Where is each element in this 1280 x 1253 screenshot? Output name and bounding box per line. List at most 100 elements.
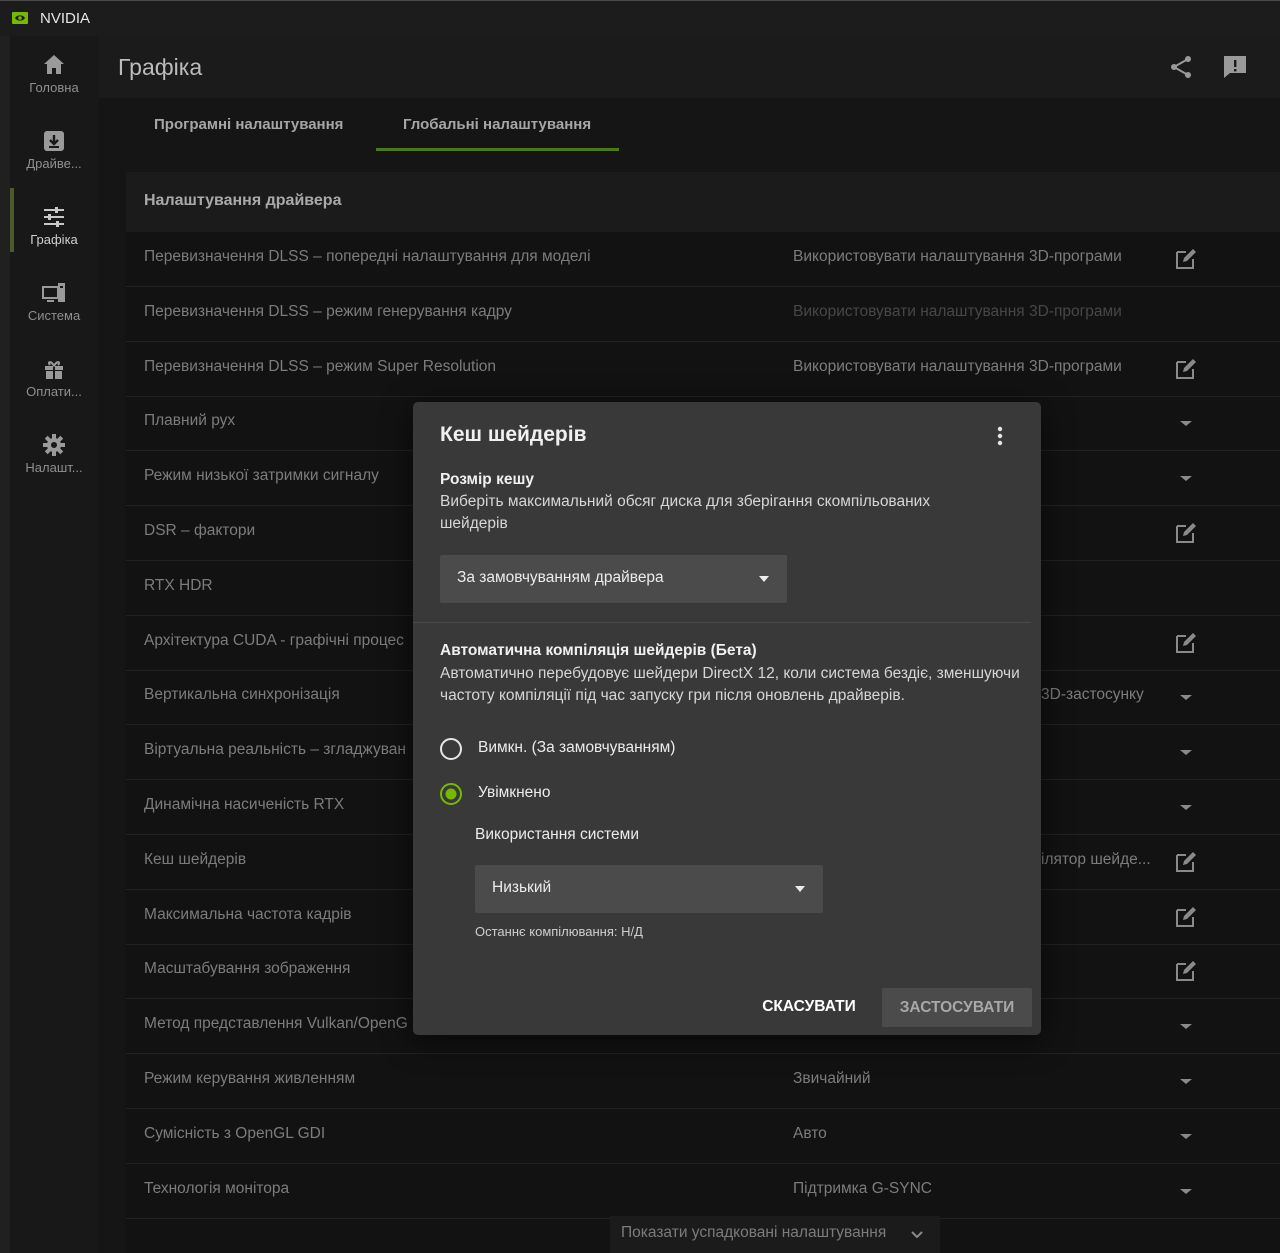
settings-row[interactable]: Перевизначення DLSS – режим генерування … xyxy=(126,287,1280,342)
sidebar-item-label: Драйве... xyxy=(26,156,82,171)
settings-row[interactable]: Перевизначення DLSS – режим Super Resolu… xyxy=(126,342,1280,397)
edit-icon[interactable] xyxy=(1174,521,1198,545)
sidebar-item-label: Головна xyxy=(29,80,79,95)
page-header: Графіка xyxy=(98,36,1280,98)
radio-on-label[interactable]: Увімкнено xyxy=(478,784,550,802)
settings-row[interactable]: Режим керування живленням Звичайний xyxy=(126,1054,1280,1109)
panel-title: Налаштування драйвера xyxy=(126,172,1280,232)
tab-global-settings[interactable]: Глобальні налаштування xyxy=(403,116,591,133)
share-icon[interactable] xyxy=(1168,54,1194,80)
setting-name: Динамічна насиченість RTX xyxy=(144,796,345,813)
gift-icon xyxy=(45,361,63,379)
settings-row[interactable]: Технологія монітора Підтримка G-SYNC xyxy=(126,1164,1280,1219)
dropdown-arrow-icon xyxy=(795,886,805,892)
setting-name: RTX HDR xyxy=(144,576,213,594)
edit-icon[interactable] xyxy=(1174,247,1198,271)
window-edge xyxy=(0,36,10,1253)
shader-cache-dialog: Кеш шейдерів Розмір кешу Виберіть максим… xyxy=(413,402,1041,1035)
dropdown-arrow-icon[interactable] xyxy=(1174,411,1198,435)
dropdown-arrow-icon[interactable] xyxy=(1174,466,1198,490)
setting-name: Перевизначення DLSS – режим Super Resolu… xyxy=(144,357,497,375)
setting-value: Використовувати налаштування 3D-програми xyxy=(793,302,1122,320)
setting-name: Сумісність з OpenGL GDI xyxy=(144,1124,326,1142)
panel-title-text: Налаштування драйвера xyxy=(144,192,342,209)
dropdown-arrow-icon[interactable] xyxy=(1174,1069,1198,1093)
show-legacy-settings-button[interactable]: Показати успадковані налаштування xyxy=(610,1216,940,1253)
radio-off[interactable] xyxy=(439,737,463,761)
dropdown-arrow-icon[interactable] xyxy=(1174,685,1198,709)
gear-icon xyxy=(43,434,65,456)
sidebar-item-label: Налашт... xyxy=(25,460,83,475)
sidebar: Головна Драйве... Графіка Система Оплати… xyxy=(10,36,98,1253)
edit-icon[interactable] xyxy=(1174,959,1198,983)
sidebar-item-graphics[interactable]: Графіка xyxy=(10,196,98,266)
cache-size-description: Виберіть максимальний обсяг диска для зб… xyxy=(440,493,931,532)
setting-name: DSR – фактори xyxy=(144,522,256,539)
last-compile-note: Останнє компілювання: Н/Д xyxy=(475,924,643,939)
edit-icon[interactable] xyxy=(1174,850,1198,874)
feedback-icon[interactable] xyxy=(1222,54,1248,80)
system-usage-label: Використання системи xyxy=(475,826,639,843)
setting-value: Звичайний xyxy=(793,1070,871,1087)
cache-size-select[interactable]: За замовчуванням драйвера xyxy=(440,555,787,603)
active-tab-underline xyxy=(376,148,619,151)
setting-name: Режим керування живленням xyxy=(144,1070,356,1087)
home-icon xyxy=(44,55,64,74)
sidebar-item-home[interactable]: Головна xyxy=(10,44,98,114)
legacy-button-label: Показати успадковані налаштування xyxy=(621,1224,887,1241)
setting-value: ілятор шейде... xyxy=(1041,850,1151,868)
apply-button[interactable]: ЗАСТОСУВАТИ xyxy=(882,988,1032,1027)
app-name: NVIDIA xyxy=(40,10,91,27)
page-title: Графіка xyxy=(118,54,203,80)
more-options-icon[interactable] xyxy=(991,424,1009,448)
sidebar-item-label: Графіка xyxy=(30,232,78,247)
edit-icon[interactable] xyxy=(1174,905,1198,929)
sliders-icon xyxy=(44,207,64,227)
dropdown-arrow-icon[interactable] xyxy=(1174,1179,1198,1203)
tab-bar: Програмні налаштування Глобальні налашту… xyxy=(98,98,1280,154)
setting-name: Вертикальна синхронізація xyxy=(144,686,340,704)
sidebar-item-label: Оплати... xyxy=(26,384,82,399)
cancel-button[interactable]: СКАСУВАТИ xyxy=(750,987,868,1027)
edit-icon[interactable] xyxy=(1174,631,1198,655)
setting-name: Перевизначення DLSS – попередні налаштув… xyxy=(144,248,591,265)
chevron-down-icon xyxy=(911,1231,923,1239)
dropdown-arrow-icon[interactable] xyxy=(1174,1014,1198,1038)
driver-download-icon xyxy=(44,131,64,151)
setting-value: Використовувати налаштування 3D-програми xyxy=(793,357,1122,375)
setting-name: Технологія монітора xyxy=(144,1179,290,1197)
system-usage-selected: Низький xyxy=(492,879,552,896)
setting-name: Архітектура CUDA - графічні процес xyxy=(144,631,404,649)
tab-program-settings[interactable]: Програмні налаштування xyxy=(154,116,343,133)
system-usage-select[interactable]: Низький xyxy=(475,865,823,913)
dropdown-arrow-icon[interactable] xyxy=(1174,795,1198,819)
dropdown-arrow-icon[interactable] xyxy=(1174,740,1198,764)
sidebar-item-rewards[interactable]: Оплати... xyxy=(10,348,98,418)
setting-name: Максимальна частота кадрів xyxy=(144,905,352,923)
cache-size-heading: Розмір кешу xyxy=(440,471,534,488)
setting-name: Віртуальна реальність – згладжуван xyxy=(144,741,406,759)
settings-row[interactable]: Перевизначення DLSS – попередні налаштув… xyxy=(126,232,1280,287)
settings-row[interactable]: Сумісність з OpenGL GDI Авто xyxy=(126,1109,1280,1164)
setting-value: Використовувати налаштування 3D-програми xyxy=(793,248,1122,265)
sidebar-item-settings[interactable]: Налашт... xyxy=(10,424,98,494)
sidebar-item-drivers[interactable]: Драйве... xyxy=(10,120,98,190)
setting-name: Метод представлення Vulkan/OpenG xyxy=(144,1015,408,1033)
sidebar-item-system[interactable]: Система xyxy=(10,272,98,342)
cache-size-selected: За замовчуванням драйвера xyxy=(457,569,664,586)
setting-name: Кеш шейдерів xyxy=(144,850,247,868)
dialog-title: Кеш шейдерів xyxy=(440,423,587,446)
dropdown-arrow-icon xyxy=(759,576,769,582)
setting-value: 3D-застосунку xyxy=(1041,686,1144,704)
radio-on[interactable] xyxy=(439,782,463,806)
nvidia-logo-icon xyxy=(12,12,28,24)
edit-icon[interactable] xyxy=(1174,357,1198,381)
dropdown-arrow-icon[interactable] xyxy=(1174,1124,1198,1148)
section-divider xyxy=(413,622,1031,623)
system-icon xyxy=(42,283,65,302)
auto-compile-description: Автоматично перебудовує шейдери DirectX … xyxy=(440,665,1020,704)
setting-value: Підтримка G-SYNC xyxy=(793,1179,932,1197)
setting-name: Плавний рух xyxy=(144,412,236,430)
radio-off-label[interactable]: Вимкн. (За замовчуванням) xyxy=(478,739,675,757)
setting-name: Перевизначення DLSS – режим генерування … xyxy=(144,302,512,320)
